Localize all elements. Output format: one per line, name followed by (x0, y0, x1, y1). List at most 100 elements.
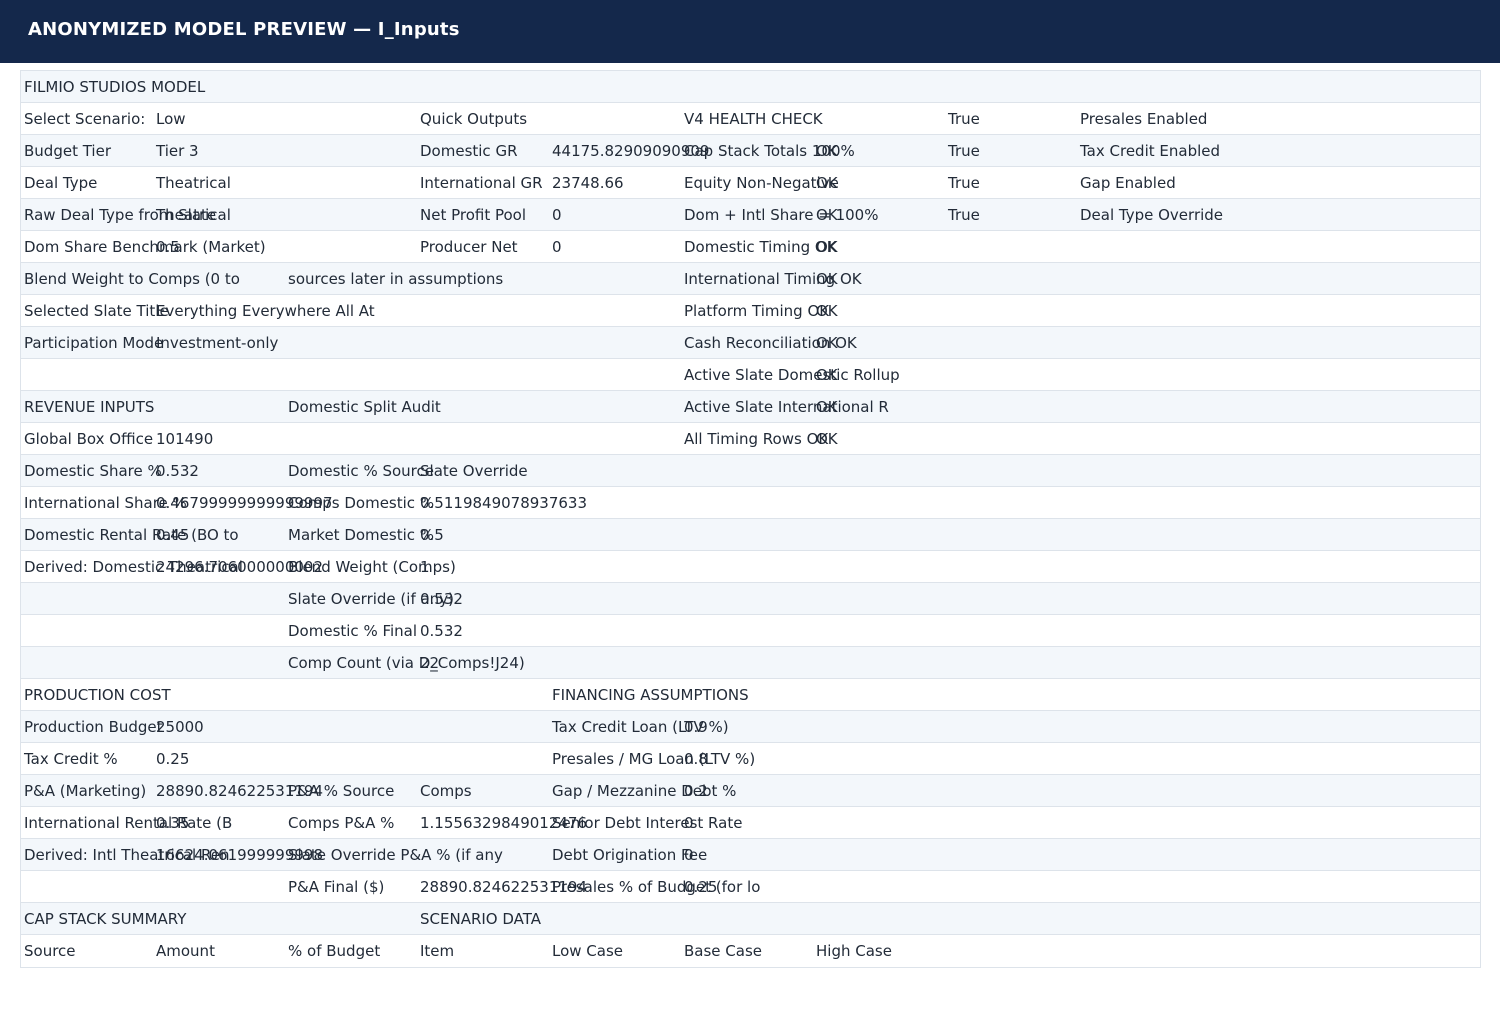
sheet-cell[interactable]: Dom + Intl Share = 100% (684, 199, 878, 230)
sheet-cell[interactable]: True (948, 199, 980, 230)
sheet-cell[interactable]: REVENUE INPUTS (24, 391, 154, 422)
sheet-cell[interactable]: Deal Type Override (1080, 199, 1223, 230)
sheet-cell[interactable]: Selected Slate Title (24, 295, 169, 326)
sheet-cell[interactable]: Active Slate Domestic Rollup (684, 359, 900, 390)
sheet-cell[interactable]: Comps Domestic % (288, 487, 434, 518)
sheet-cell[interactable]: P&A Final ($) (288, 871, 384, 902)
sheet-cell[interactable]: 0 (684, 807, 694, 838)
sheet-cell[interactable]: PRODUCTION COST (24, 679, 171, 710)
sheet-cell[interactable]: Slate Override (420, 455, 528, 486)
sheet-cell[interactable]: Slate Override P&A % (if any (288, 839, 503, 870)
sheet-cell[interactable]: Participation Mode (24, 327, 163, 358)
sheet-cell[interactable]: Comp Count (via D_Comps!J24) (288, 647, 525, 678)
sheet-cell[interactable]: High Case (816, 935, 892, 966)
sheet-cell[interactable]: Platform Timing OK (684, 295, 829, 326)
sheet-cell[interactable]: Senior Debt Interest Rate (552, 807, 742, 838)
sheet-cell[interactable]: Tax Credit % (24, 743, 118, 774)
sheet-cell[interactable]: Blend Weight to Comps (0 to (24, 263, 240, 294)
sheet-cell[interactable]: V4 HEALTH CHECK (684, 103, 823, 134)
sheet-cell[interactable]: OK (816, 423, 838, 454)
sheet-cell[interactable]: Theatrical (156, 167, 231, 198)
sheet-cell[interactable]: Presales Enabled (1080, 103, 1207, 134)
sheet-cell[interactable]: Dom Share Benchmark (Market) (24, 231, 266, 262)
sheet-cell[interactable]: Global Box Office (24, 423, 153, 454)
sheet-cell[interactable]: Base Case (684, 935, 762, 966)
sheet-cell[interactable]: International Rental Rate (B (24, 807, 232, 838)
sheet-cell[interactable]: Market Domestic % (288, 519, 434, 550)
sheet-cell[interactable]: OK (816, 231, 838, 262)
sheet-cell[interactable]: FINANCING ASSUMPTIONS (552, 679, 749, 710)
sheet-cell[interactable]: Domestic Share % (24, 455, 162, 486)
sheet-cell[interactable]: Deal Type (24, 167, 97, 198)
sheet-cell[interactable]: OK (816, 167, 838, 198)
sheet-cell[interactable]: Budget Tier (24, 135, 111, 166)
sheet-cell[interactable]: OK (816, 359, 838, 390)
sheet-cell[interactable]: 0.25 (156, 743, 189, 774)
sheet-cell[interactable]: 0.532 (420, 583, 463, 614)
sheet-cell[interactable]: OK (816, 295, 838, 326)
sheet-cell[interactable]: Tax Credit Enabled (1080, 135, 1220, 166)
sheet-cell[interactable]: Gap / Mezzanine Debt % (552, 775, 736, 806)
sheet-cell[interactable]: 0 (552, 199, 562, 230)
sheet-cell[interactable]: Amount (156, 935, 215, 966)
sheet-cell[interactable]: OK (816, 263, 838, 294)
sheet-cell[interactable]: Comps (420, 775, 472, 806)
sheet-cell[interactable]: True (948, 135, 980, 166)
sheet-cell[interactable]: SCENARIO DATA (420, 903, 541, 934)
sheet-cell[interactable]: Net Profit Pool (420, 199, 526, 230)
sheet-cell[interactable]: Tier 3 (156, 135, 199, 166)
sheet-cell[interactable]: OK (816, 199, 838, 230)
sheet-cell[interactable]: 0.9 (684, 711, 708, 742)
sheet-cell[interactable]: Domestic Timing OK (684, 231, 837, 262)
sheet-cell[interactable]: P&A (Marketing) (24, 775, 146, 806)
sheet-cell[interactable]: 0.5 (156, 231, 180, 262)
sheet-cell[interactable]: sources later in assumptions (288, 263, 503, 294)
sheet-cell[interactable]: Select Scenario: (24, 103, 145, 134)
sheet-cell[interactable]: 0.2 (684, 775, 708, 806)
sheet-cell[interactable]: 22 (420, 647, 439, 678)
sheet-cell[interactable]: Active Slate International R (684, 391, 889, 422)
sheet-cell[interactable]: Domestic GR (420, 135, 518, 166)
sheet-cell[interactable]: 0.45 (156, 519, 189, 550)
sheet-cell[interactable]: OK (816, 391, 838, 422)
sheet-cell[interactable]: Low (156, 103, 186, 134)
sheet-cell[interactable]: 0.5119849078937633 (420, 487, 587, 518)
sheet-cell[interactable]: Domestic % Final (288, 615, 417, 646)
sheet-cell[interactable]: Blend Weight (Comps) (288, 551, 456, 582)
sheet-cell[interactable]: 23748.66 (552, 167, 624, 198)
sheet-cell[interactable]: 0.532 (156, 455, 199, 486)
sheet-cell[interactable]: Low Case (552, 935, 623, 966)
sheet-cell[interactable]: Domestic % Source (288, 455, 434, 486)
sheet-cell[interactable]: 0 (684, 839, 694, 870)
sheet-cell[interactable]: Domestic Rental Rate (BO to (24, 519, 239, 550)
sheet-cell[interactable]: All Timing Rows OK (684, 423, 828, 454)
sheet-cell[interactable]: FILMIO STUDIOS MODEL (24, 71, 205, 102)
sheet-cell[interactable]: Comps P&A % (288, 807, 394, 838)
sheet-cell[interactable]: 0.8 (684, 743, 708, 774)
sheet-cell[interactable]: Investment-only (156, 327, 278, 358)
sheet-cell[interactable]: Presales / MG Loan (LTV %) (552, 743, 755, 774)
sheet-cell[interactable]: 25000 (156, 711, 204, 742)
sheet-cell[interactable]: Gap Enabled (1080, 167, 1176, 198)
sheet-cell[interactable]: Domestic Split Audit (288, 391, 441, 422)
sheet-cell[interactable]: 1 (420, 551, 430, 582)
sheet-cell[interactable]: Production Budget (24, 711, 163, 742)
sheet-cell[interactable]: True (948, 167, 980, 198)
sheet-cell[interactable]: 101490 (156, 423, 213, 454)
sheet-cell[interactable]: True (948, 103, 980, 134)
sheet-cell[interactable]: OK (816, 327, 838, 358)
sheet-cell[interactable]: CAP STACK SUMMARY (24, 903, 186, 934)
sheet-cell[interactable]: 0.5 (420, 519, 444, 550)
sheet-cell[interactable]: Producer Net (420, 231, 518, 262)
sheet-cell[interactable]: P&A % Source (288, 775, 394, 806)
sheet-cell[interactable]: OK (816, 135, 838, 166)
sheet-cell[interactable]: 0 (552, 231, 562, 262)
sheet-cell[interactable]: Source (24, 935, 76, 966)
sheet-cell[interactable]: 0.25 (684, 871, 717, 902)
sheet-cell[interactable]: Presales % of Budget (for lo (552, 871, 760, 902)
sheet-cell[interactable]: International GR (420, 167, 543, 198)
sheet-cell[interactable]: Quick Outputs (420, 103, 527, 134)
sheet-cell[interactable]: Everything Everywhere All At (156, 295, 375, 326)
sheet-cell[interactable]: 0.35 (156, 807, 189, 838)
sheet-cell[interactable]: Theatrical (156, 199, 231, 230)
